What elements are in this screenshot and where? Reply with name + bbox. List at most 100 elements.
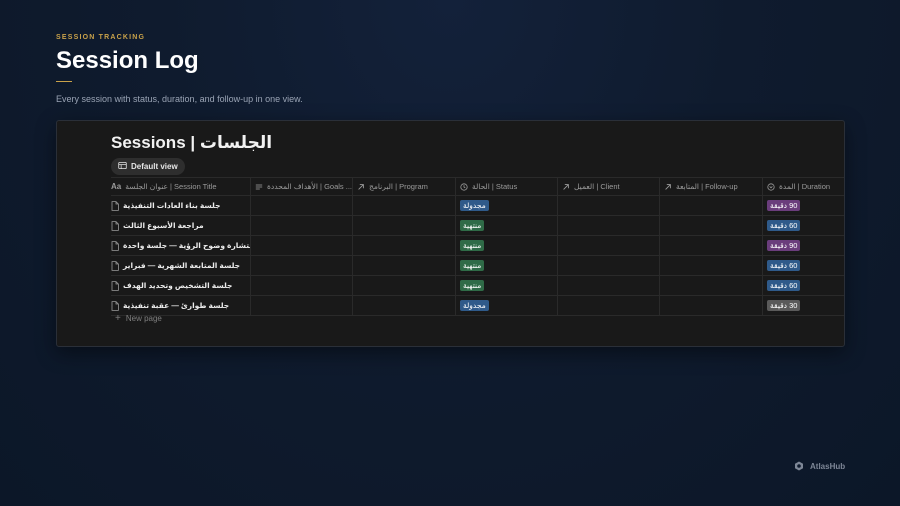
table-row[interactable]: مراجعة الأسبوع الثالث منتهية 60 دقيقة [111,216,844,236]
duration-cell[interactable]: 30 دقيقة [762,296,844,315]
status-tag: منتهية [460,240,485,251]
program-cell[interactable] [352,256,455,275]
status-circle-icon [460,182,468,191]
relation-arrow-icon [563,183,569,190]
client-cell[interactable] [557,296,659,315]
page-icon [111,220,119,231]
column-header-label: العميل | Client [574,182,620,191]
duration-tag: 90 دقيقة [767,200,801,211]
status-cell[interactable]: مجدولة [455,296,557,315]
client-cell[interactable] [557,216,659,235]
page-icon [111,260,119,271]
page-icon [111,300,119,311]
relation-arrow-icon [358,183,364,190]
session-title-cell[interactable]: استشارة وضوح الرؤية — جلسة واحدة [111,236,250,255]
followup-cell[interactable] [659,296,762,315]
page-title: Session Log [56,47,199,74]
status-cell[interactable]: منتهية [455,256,557,275]
page-icon [111,240,119,251]
table-row[interactable]: جلسة بناء العادات التنفيذية مجدولة 90 دقيق… [111,196,844,216]
client-cell[interactable] [557,256,659,275]
table-row[interactable]: جلسة طوارئ — عقبة تنفيذية مجدولة 30 دقيقة [111,296,844,316]
column-header-followup[interactable]: المتابعة | Follow-up [659,178,762,195]
followup-cell[interactable] [659,256,762,275]
goals-cell[interactable] [250,236,352,255]
table-row[interactable]: جلسة المتابعة الشهرية — فبراير منتهية 60 د… [111,256,844,276]
status-tag: مجدولة [460,200,489,211]
new-page-button[interactable]: + New page [115,313,162,324]
brand-footer: AtlasHub [794,461,845,471]
session-title: استشارة وضوح الرؤية — جلسة واحدة [123,241,250,250]
column-header-goals[interactable]: الأهداف المحددة | Goals ... [250,178,352,195]
session-title-cell[interactable]: جلسة المتابعة الشهرية — فبراير [111,256,250,275]
table-row[interactable]: جلسة التشخيص وتحديد الهدف منتهية 60 دقيقة [111,276,844,296]
duration-cell[interactable]: 60 دقيقة [762,216,844,235]
goals-cell[interactable] [250,216,352,235]
brand-name: AtlasHub [810,461,846,471]
goals-cell[interactable] [250,276,352,295]
status-tag: منتهية [460,280,485,291]
column-header-label: الحالة | Status [472,182,518,191]
followup-cell[interactable] [659,216,762,235]
duration-tag: 30 دقيقة [767,300,801,311]
duration-cell[interactable]: 90 دقيقة [762,236,844,255]
table-header-row: Aa عنوان الجلسة | Session Title الأهداف … [111,177,844,196]
goals-cell[interactable] [250,196,352,215]
session-title: مراجعة الأسبوع الثالث [123,221,204,230]
hexagon-logo-icon [795,461,803,471]
status-tag: منتهية [460,220,485,231]
session-title: جلسة بناء العادات التنفيذية [123,201,221,210]
status-cell[interactable]: مجدولة [455,196,557,215]
duration-cell[interactable]: 90 دقيقة [762,196,844,215]
text-lines-icon [255,184,263,189]
default-view-tab[interactable]: Default view [111,158,185,175]
program-cell[interactable] [352,196,455,215]
duration-cell[interactable]: 60 دقيقة [762,256,844,275]
column-header-label: البرنامج | Program [369,182,428,191]
sessions-table: Aa عنوان الجلسة | Session Title الأهداف … [111,177,844,316]
goals-cell[interactable] [250,296,352,315]
new-page-label: New page [125,314,162,323]
session-title-cell[interactable]: مراجعة الأسبوع الثالث [111,216,250,235]
page-icon [111,200,119,211]
session-title: جلسة طوارئ — عقبة تنفيذية [123,301,230,310]
session-title-cell[interactable]: جلسة بناء العادات التنفيذية [111,196,250,215]
column-header-status[interactable]: الحالة | Status [455,178,557,195]
followup-cell[interactable] [659,276,762,295]
goals-cell[interactable] [250,256,352,275]
database-title[interactable]: Sessions | الجلسات [111,133,272,153]
followup-cell[interactable] [659,236,762,255]
column-header-label: المدة | Duration [779,182,831,191]
database-panel: Sessions | الجلسات Default view Aa عنوان… [56,120,845,347]
session-title-cell[interactable]: جلسة التشخيص وتحديد الهدف [111,276,250,295]
column-header-title[interactable]: Aa عنوان الجلسة | Session Title [111,178,250,195]
column-header-program[interactable]: البرنامج | Program [352,178,455,195]
program-cell[interactable] [352,216,455,235]
session-title: جلسة التشخيص وتحديد الهدف [123,281,233,290]
followup-cell[interactable] [659,196,762,215]
table-row[interactable]: استشارة وضوح الرؤية — جلسة واحدة منتهية 90… [111,236,844,256]
column-header-client[interactable]: العميل | Client [557,178,659,195]
duration-tag: 60 دقيقة [767,220,801,231]
duration-cell[interactable]: 60 دقيقة [762,276,844,295]
status-cell[interactable]: منتهية [455,236,557,255]
plus-icon: + [115,313,121,324]
client-cell[interactable] [557,276,659,295]
column-header-label: الأهداف المحددة | Goals ... [267,182,352,191]
client-cell[interactable] [557,236,659,255]
table-view-icon [118,161,127,172]
eyebrow-label: SESSION TRACKING [56,34,146,41]
duration-tag: 60 دقيقة [767,280,801,291]
status-cell[interactable]: منتهية [455,276,557,295]
duration-tag: 60 دقيقة [767,260,801,271]
program-cell[interactable] [352,276,455,295]
page-icon [111,280,119,291]
status-cell[interactable]: منتهية [455,216,557,235]
status-tag: مجدولة [460,300,489,311]
title-aa-icon: Aa [111,182,122,191]
column-header-duration[interactable]: المدة | Duration [762,178,844,195]
client-cell[interactable] [557,196,659,215]
program-cell[interactable] [352,236,455,255]
duration-tag: 90 دقيقة [767,240,801,251]
program-cell[interactable] [352,296,455,315]
